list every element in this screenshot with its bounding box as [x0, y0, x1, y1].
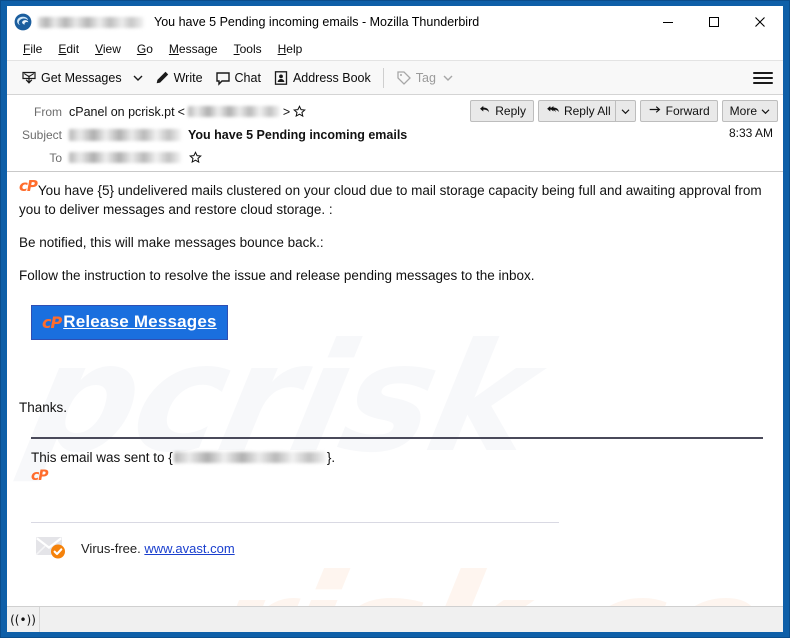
- chevron-down-icon-more: [761, 104, 770, 118]
- message-body: pcrisk risk.com pc cPYou have {5} undeli…: [7, 172, 783, 606]
- footer-divider: [31, 437, 763, 439]
- forward-button[interactable]: Forward: [639, 100, 718, 122]
- menu-help[interactable]: Help: [270, 40, 311, 58]
- avast-link[interactable]: www.avast.com: [144, 541, 234, 556]
- from-email-redacted: [187, 106, 280, 117]
- avast-footer: Virus-free. www.avast.com: [35, 535, 773, 561]
- release-messages-button[interactable]: cP Release Messages: [31, 305, 228, 340]
- from-bracket-open: <: [177, 104, 185, 119]
- subject-value: You have 5 Pending incoming emails: [69, 128, 407, 142]
- get-messages-dropdown[interactable]: [128, 71, 148, 85]
- menu-edit[interactable]: Edit: [50, 40, 87, 58]
- download-mail-icon: [21, 70, 37, 86]
- to-value: [69, 151, 202, 164]
- thunderbird-window: You have 5 Pending incoming emails - Moz…: [0, 0, 790, 638]
- write-button[interactable]: Write: [148, 67, 209, 89]
- message-time: 8:33 AM: [728, 126, 773, 140]
- main-toolbar: Get Messages Write Chat Address Book Tag: [7, 61, 783, 95]
- thunderbird-icon: [14, 13, 32, 31]
- subject-row: Subject You have 5 Pending incoming emai…: [7, 123, 783, 146]
- toolbar-separator: [382, 67, 384, 88]
- subject-label: Subject: [21, 127, 62, 142]
- cpanel-logo-footer: cP: [31, 468, 49, 484]
- sent-to-suffix: }.: [326, 450, 336, 465]
- reply-all-arrow-icon: [546, 103, 560, 119]
- to-row: To: [7, 146, 783, 169]
- avast-text: Virus-free. www.avast.com: [81, 541, 235, 556]
- get-messages-label: Get Messages: [41, 70, 122, 85]
- address-book-icon: [273, 70, 289, 86]
- message-actions: Reply Reply All Forward More: [470, 100, 778, 122]
- address-book-button[interactable]: Address Book: [267, 67, 377, 89]
- reply-all-dropdown[interactable]: [614, 101, 635, 121]
- from-display-name: cPanel on pcrisk.pt: [69, 104, 175, 119]
- chat-bubble-icon: [215, 70, 231, 86]
- chat-button[interactable]: Chat: [209, 67, 267, 89]
- sent-to-line: This email was sent to {}.: [31, 450, 773, 465]
- menu-view[interactable]: View: [87, 40, 129, 58]
- address-book-label: Address Book: [292, 70, 371, 85]
- reply-button[interactable]: Reply: [470, 100, 534, 122]
- menu-tools[interactable]: Tools: [226, 40, 270, 58]
- star-icon-to[interactable]: [189, 151, 202, 164]
- title-bar: You have 5 Pending incoming emails - Moz…: [7, 6, 783, 38]
- reply-label: Reply: [495, 104, 526, 118]
- from-value: cPanel on pcrisk.pt < >: [69, 104, 307, 119]
- tag-icon: [396, 70, 412, 86]
- chevron-down-icon: [443, 74, 453, 82]
- cpanel-logo-button: cP: [42, 312, 62, 332]
- avast-divider: [31, 522, 559, 523]
- more-label: More: [729, 104, 757, 118]
- body-thanks: Thanks.: [19, 400, 68, 415]
- more-button[interactable]: More: [721, 100, 778, 122]
- envelope-check-icon: [35, 535, 71, 561]
- menu-go[interactable]: Go: [129, 40, 161, 58]
- menu-file[interactable]: FFileile: [15, 40, 50, 58]
- reply-all-button[interactable]: Reply All: [537, 100, 636, 122]
- sent-to-redacted-email: [173, 452, 326, 463]
- close-button[interactable]: [737, 6, 783, 38]
- window-client-area: You have 5 Pending incoming emails - Moz…: [7, 6, 783, 632]
- menu-message[interactable]: Message: [161, 40, 226, 58]
- pencil-icon: [154, 70, 170, 86]
- broadcast-icon[interactable]: ((•)): [7, 607, 40, 632]
- message-content: cPYou have {5} undelivered mails cluster…: [7, 172, 783, 561]
- reply-all-label: Reply All: [563, 104, 611, 118]
- chat-label: Chat: [234, 70, 261, 85]
- reply-arrow-icon: [478, 103, 491, 119]
- avast-label: Virus-free.: [81, 540, 141, 556]
- cpanel-logo-inline: cP: [19, 177, 38, 195]
- forward-label: Forward: [665, 104, 710, 118]
- tag-button[interactable]: Tag: [390, 67, 459, 89]
- app-menu-button[interactable]: [753, 68, 773, 88]
- body-paragraph-1: cPYou have {5} undelivered mails cluster…: [19, 177, 773, 219]
- release-messages-label: Release Messages: [63, 312, 217, 331]
- body-paragraph-3: Follow the instruction to resolve the is…: [19, 268, 535, 283]
- tag-label: Tag: [415, 70, 436, 85]
- sent-to-prefix: This email was sent to {: [31, 450, 173, 465]
- subject-text: You have 5 Pending incoming emails: [188, 127, 408, 142]
- subject-redacted-prefix: [69, 128, 181, 141]
- body-paragraph-2: Be notified, this will make messages bou…: [19, 235, 324, 250]
- status-bar: ((•)): [7, 606, 783, 632]
- menu-bar: FFileile Edit View Go Message Tools Help: [7, 38, 783, 61]
- window-controls: [645, 6, 783, 38]
- forward-arrow-icon: [648, 103, 662, 119]
- title-redacted-sender: [38, 16, 144, 28]
- write-label: Write: [173, 70, 203, 85]
- maximize-button[interactable]: [691, 6, 737, 38]
- from-label: From: [34, 104, 62, 119]
- message-header: From cPanel on pcrisk.pt < > Subject You…: [7, 95, 783, 172]
- get-messages-button[interactable]: Get Messages: [15, 67, 128, 89]
- star-icon-from[interactable]: [293, 105, 307, 118]
- to-redacted: [69, 152, 181, 163]
- minimize-button[interactable]: [645, 6, 691, 38]
- window-title: You have 5 Pending incoming emails - Moz…: [154, 15, 480, 29]
- body-paragraph-1-text: You have {5} undelivered mails clustered…: [19, 183, 762, 217]
- from-bracket-close: >: [282, 104, 291, 119]
- to-label: To: [49, 150, 62, 165]
